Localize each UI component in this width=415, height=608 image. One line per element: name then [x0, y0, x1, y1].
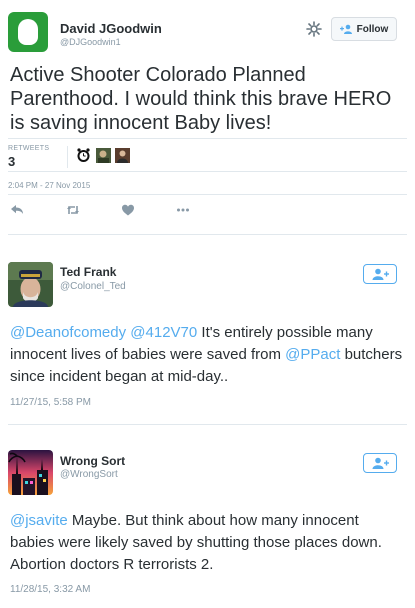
divider [8, 194, 407, 195]
author-handle[interactable]: @DJGoodwin1 [60, 37, 121, 47]
reply-timestamp[interactable]: 11/27/15, 5:58 PM [10, 397, 91, 408]
retweets-count[interactable]: 3 [8, 154, 15, 169]
retweeter-avatar[interactable] [115, 148, 130, 163]
divider [8, 171, 407, 172]
mention-link[interactable]: @Deanofcomedy [10, 324, 126, 341]
reply-author-name[interactable]: Wrong Sort [60, 454, 125, 468]
clock-avatar-image [77, 148, 90, 162]
retweeter-avatar[interactable] [76, 148, 91, 163]
divider [8, 424, 407, 425]
add-person-icon [372, 457, 389, 469]
retweet-icon[interactable] [66, 203, 80, 217]
follow-button[interactable] [363, 264, 397, 284]
retweets-label: RETWEETS [8, 145, 50, 152]
add-person-icon [339, 24, 352, 34]
follow-button[interactable]: Follow [331, 17, 397, 41]
avatar[interactable] [8, 450, 53, 495]
heart-icon[interactable] [121, 203, 135, 217]
reply-author-name[interactable]: Ted Frank [60, 265, 116, 279]
add-person-icon [372, 268, 389, 280]
tweet-timestamp[interactable]: 2:04 PM - 27 Nov 2015 [8, 181, 90, 190]
person-avatar-image [115, 148, 130, 163]
follow-label: Follow [356, 23, 389, 35]
gear-icon[interactable] [306, 21, 322, 37]
avatar-shape [18, 19, 38, 45]
reply-icon[interactable] [10, 203, 24, 217]
retweeter-avatar[interactable] [96, 148, 111, 163]
avatar[interactable] [8, 12, 48, 52]
divider [8, 234, 407, 235]
avatar[interactable] [8, 262, 53, 307]
mention-link[interactable]: @PPact [285, 346, 340, 363]
profile-photo-image [8, 450, 53, 495]
reply-author-handle[interactable]: @Colonel_Ted [60, 281, 126, 293]
profile-photo-image [8, 262, 53, 307]
mention-link[interactable]: @412V70 [130, 324, 197, 341]
reply-text: @Deanofcomedy @412V70 It's entirely poss… [10, 322, 405, 388]
tweet-text: Active Shooter Colorado Planned Parentho… [10, 64, 392, 134]
reply-timestamp[interactable]: 11/28/15, 3:32 AM [10, 584, 90, 595]
reply-author-handle[interactable]: @WrongSort [60, 469, 118, 481]
divider [8, 138, 407, 139]
mention-link[interactable]: @jsavite [10, 512, 68, 529]
landscape-avatar-image [96, 148, 111, 163]
more-icon[interactable] [176, 203, 190, 217]
reply-text: @jsavite Maybe. But think about how many… [10, 510, 405, 576]
stats-divider [67, 146, 68, 168]
follow-button[interactable] [363, 453, 397, 473]
author-name[interactable]: David JGoodwin [60, 22, 162, 36]
